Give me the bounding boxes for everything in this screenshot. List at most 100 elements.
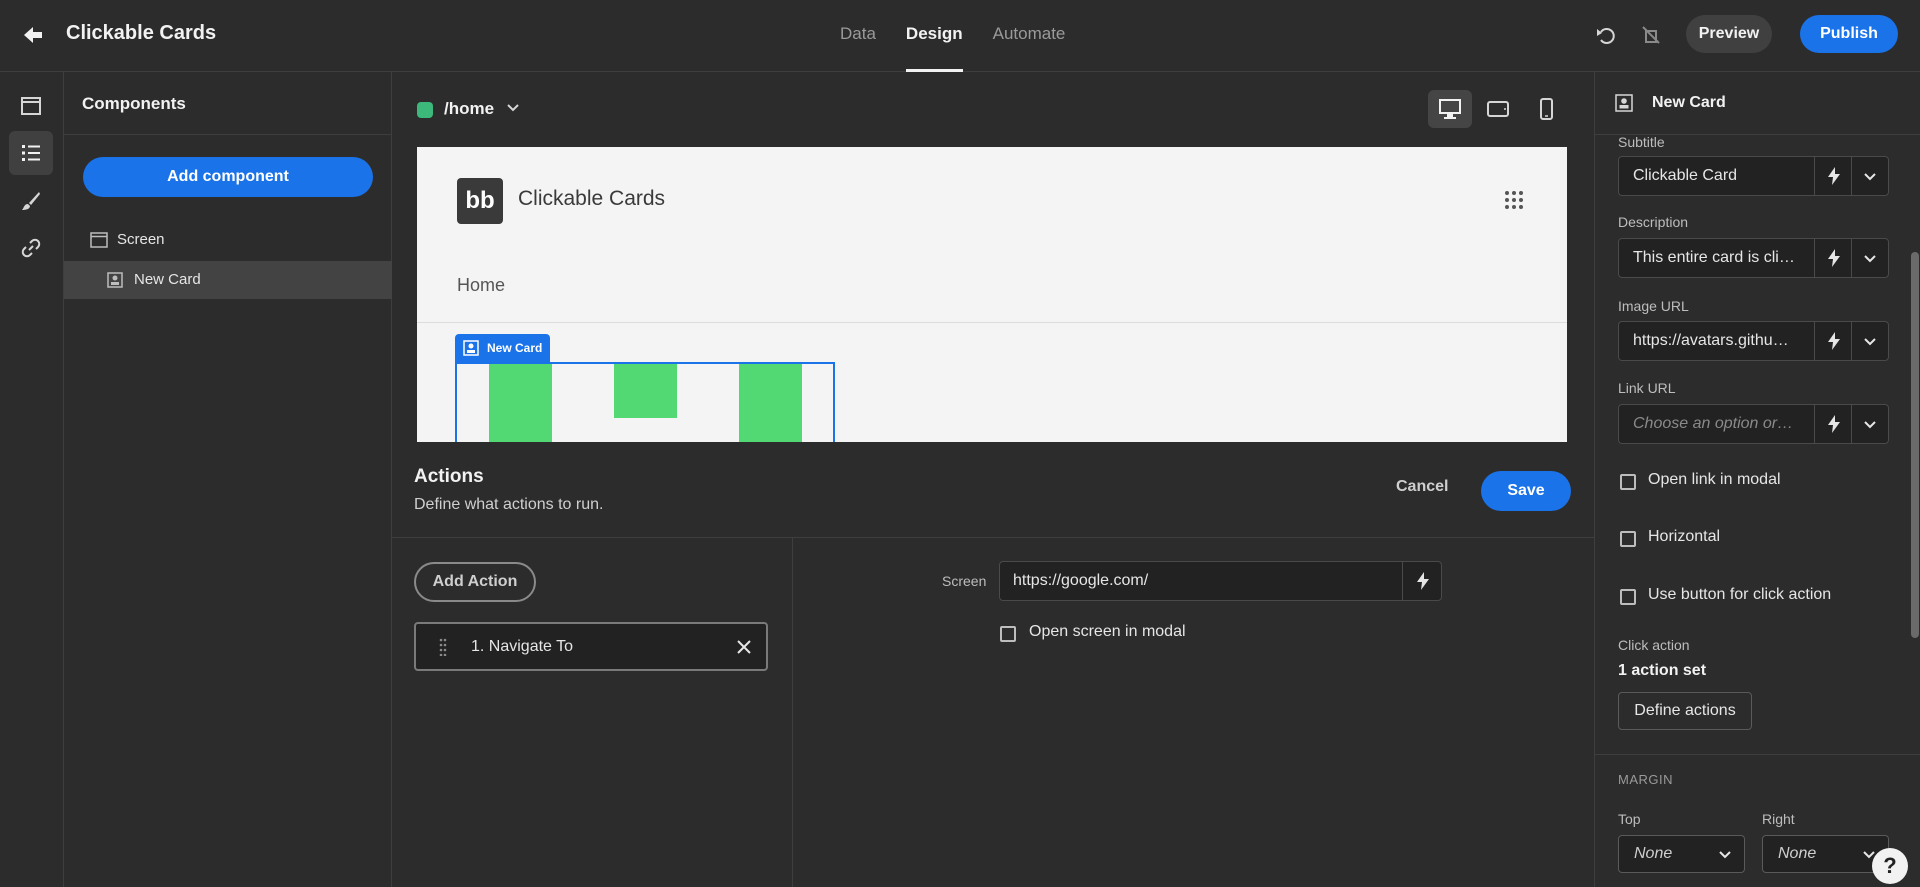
lightning-icon	[1828, 249, 1840, 267]
margin-heading: MARGIN	[1618, 772, 1673, 787]
link-url-label: Link URL	[1618, 380, 1676, 396]
desktop-view-button[interactable]	[1428, 90, 1472, 128]
preview-nav-home[interactable]: Home	[457, 275, 505, 296]
lightning-icon	[1828, 415, 1840, 433]
image-url-binding-button[interactable]	[1814, 321, 1852, 361]
drag-handle-icon[interactable]	[438, 638, 448, 656]
divider	[792, 538, 793, 887]
action-item-navigate-to[interactable]: 1. Navigate To	[414, 622, 768, 671]
selected-component-tag-label: New Card	[487, 341, 543, 355]
divider	[64, 134, 392, 135]
subtitle-dropdown-button[interactable]	[1851, 156, 1889, 196]
open-in-modal-label: Open screen in modal	[1029, 623, 1186, 640]
horizontal-checkbox[interactable]	[1620, 531, 1636, 547]
tab-design[interactable]: Design	[905, 0, 963, 72]
description-binding-button[interactable]	[1814, 238, 1852, 278]
binding-button[interactable]	[1402, 561, 1442, 601]
top-tabs: Data Design Automate	[840, 0, 1065, 72]
left-icon-rail	[0, 72, 64, 887]
link-url-dropdown-button[interactable]	[1851, 404, 1889, 444]
back-arrow-icon[interactable]	[22, 24, 44, 46]
tablet-view-button[interactable]	[1476, 90, 1520, 128]
settings-panel: New Card Subtitle Clickable Card Descrip…	[1594, 72, 1920, 887]
actions-drawer: Actions Define what actions to run. Canc…	[392, 442, 1594, 887]
horizontal-label: Horizontal	[1648, 528, 1721, 545]
tree-item-new-card[interactable]: New Card	[64, 261, 392, 299]
card-image-bar	[614, 364, 677, 418]
description-dropdown-button[interactable]	[1851, 238, 1889, 278]
components-title: Components	[82, 94, 186, 113]
actions-subtitle: Define what actions to run.	[414, 496, 604, 513]
open-in-modal-checkbox[interactable]	[1000, 626, 1016, 642]
preview-button[interactable]: Preview	[1686, 15, 1772, 53]
link-icon	[21, 238, 41, 258]
image-url-dropdown-button[interactable]	[1851, 321, 1889, 361]
screens-rail-button[interactable]	[9, 84, 53, 128]
add-component-button[interactable]: Add component	[83, 157, 373, 197]
app-preview[interactable]: bb Clickable Cards Home New Card	[417, 147, 1567, 442]
link-url-input[interactable]: Choose an option or…	[1618, 404, 1815, 444]
lightning-icon	[1828, 332, 1840, 350]
divider	[1595, 754, 1920, 755]
screen-field-label: Screen	[942, 573, 987, 589]
screen-url-input[interactable]: https://google.com/	[999, 561, 1403, 601]
margin-top-select[interactable]: None	[1618, 835, 1745, 873]
image-url-input[interactable]: https://avatars.githu…	[1618, 321, 1815, 361]
components-rail-button[interactable]	[9, 131, 53, 175]
theme-rail-button[interactable]	[9, 179, 53, 223]
links-rail-button[interactable]	[9, 226, 53, 270]
brush-icon	[22, 192, 40, 210]
close-icon[interactable]	[736, 639, 752, 655]
components-panel: Components Add component Screen New Card	[64, 72, 392, 887]
tree-item-screen[interactable]: Screen	[64, 221, 392, 259]
top-bar: Clickable Cards Data Design Automate Pre…	[0, 0, 1920, 72]
cancel-button[interactable]: Cancel	[1396, 478, 1448, 496]
desktop-icon	[1439, 99, 1461, 119]
list-icon	[22, 145, 40, 161]
screen-icon	[90, 232, 108, 248]
mobile-view-button[interactable]	[1524, 90, 1568, 128]
tab-data[interactable]: Data	[840, 0, 876, 72]
link-url-binding-button[interactable]	[1814, 404, 1852, 444]
chevron-down-icon	[1719, 851, 1731, 859]
selected-component-tag[interactable]: New Card	[455, 334, 551, 362]
tab-automate[interactable]: Automate	[993, 0, 1066, 72]
use-button-label: Use button for click action	[1648, 586, 1832, 603]
tree-item-label: Screen	[117, 231, 165, 248]
save-button[interactable]: Save	[1481, 471, 1571, 511]
publish-button[interactable]: Publish	[1800, 15, 1898, 53]
use-button-checkbox[interactable]	[1620, 589, 1636, 605]
action-item-label: 1. Navigate To	[471, 638, 573, 655]
description-label: Description	[1618, 214, 1689, 230]
visibility-off-icon[interactable]	[1640, 24, 1662, 46]
chevron-down-icon[interactable]	[506, 103, 520, 113]
subtitle-binding-button[interactable]	[1814, 156, 1852, 196]
new-card-preview[interactable]	[455, 362, 835, 442]
margin-right-value: None	[1778, 845, 1817, 862]
settings-component-name: New Card	[1652, 94, 1726, 111]
help-icon[interactable]: ?	[1872, 848, 1908, 884]
description-input[interactable]: This entire card is cli…	[1618, 238, 1815, 278]
actions-title: Actions	[414, 466, 484, 487]
image-url-label: Image URL	[1618, 298, 1689, 314]
margin-top-label: Top	[1618, 811, 1641, 827]
chevron-down-icon	[1864, 255, 1876, 263]
app-title: Clickable Cards	[66, 22, 217, 44]
window-icon	[21, 97, 41, 115]
open-link-in-modal-checkbox[interactable]	[1620, 474, 1636, 490]
add-action-button[interactable]: Add Action	[414, 562, 536, 602]
margin-right-select[interactable]: None	[1762, 835, 1889, 873]
define-actions-button[interactable]: Define actions	[1618, 692, 1752, 730]
card-image-bar	[489, 364, 552, 442]
click-action-value: 1 action set	[1618, 662, 1707, 679]
route-selector[interactable]: /home	[444, 99, 494, 119]
preview-logo: bb	[457, 178, 503, 224]
lightning-icon	[1417, 572, 1429, 590]
subtitle-label: Subtitle	[1618, 134, 1665, 150]
card-icon	[107, 272, 123, 288]
settings-scrollbar[interactable]	[1911, 252, 1919, 638]
undo-icon[interactable]	[1596, 24, 1618, 46]
subtitle-input[interactable]: Clickable Card	[1618, 156, 1815, 196]
grid-menu-icon[interactable]	[1503, 189, 1525, 211]
card-icon	[463, 340, 479, 356]
